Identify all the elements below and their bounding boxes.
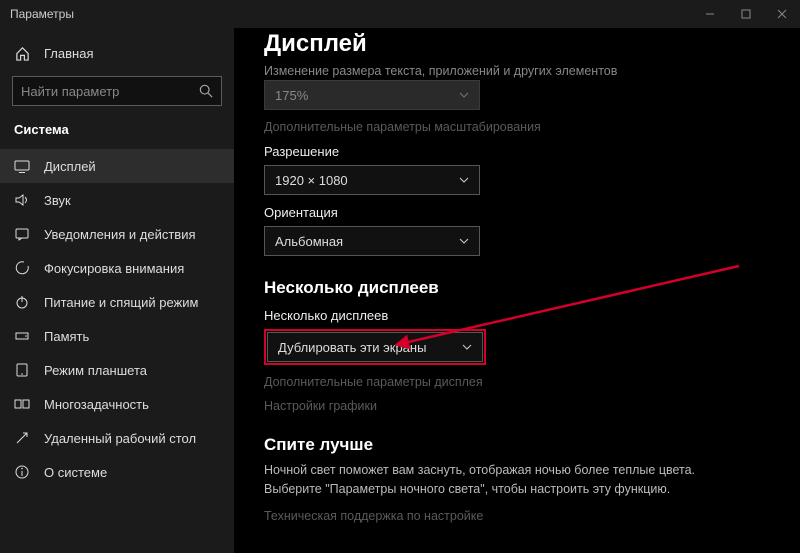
sidebar-item-display[interactable]: Дисплей xyxy=(0,149,234,183)
scale-select[interactable]: 175% xyxy=(264,80,480,110)
sidebar-item-sound[interactable]: Звук xyxy=(0,183,234,217)
multiple-displays-value: Дублировать эти экраны xyxy=(278,340,426,355)
multitask-icon xyxy=(14,396,30,412)
scale-caption: Изменение размера текста, приложений и д… xyxy=(264,64,776,78)
sidebar-label: Звук xyxy=(44,193,71,208)
sidebar-label: Удаленный рабочий стол xyxy=(44,431,196,446)
sidebar-label: Уведомления и действия xyxy=(44,227,196,242)
night-light-heading: Спите лучше xyxy=(264,435,776,455)
display-icon xyxy=(14,158,30,174)
scale-value: 175% xyxy=(275,88,308,103)
chevron-down-icon xyxy=(459,236,469,246)
multiple-displays-label: Несколько дисплеев xyxy=(264,308,776,323)
home-link[interactable]: Главная xyxy=(0,36,234,70)
info-icon xyxy=(14,464,30,480)
maximize-button[interactable] xyxy=(728,0,764,28)
sidebar-label: Дисплей xyxy=(44,159,96,174)
tablet-icon xyxy=(14,362,30,378)
orientation-select[interactable]: Альбомная xyxy=(264,226,480,256)
resolution-label: Разрешение xyxy=(264,144,776,159)
sidebar-nav: Дисплей Звук Уведомления и действия Фоку… xyxy=(0,149,234,489)
window-title: Параметры xyxy=(10,7,74,21)
sidebar-item-multitask[interactable]: Многозадачность xyxy=(0,387,234,421)
titlebar: Параметры xyxy=(0,0,800,28)
sidebar-label: Многозадачность xyxy=(44,397,149,412)
search-box[interactable] xyxy=(12,76,222,106)
main-panel: Дисплей Изменение размера текста, прилож… xyxy=(234,28,800,553)
storage-icon xyxy=(14,328,30,344)
chevron-down-icon xyxy=(459,90,469,100)
category-heading: Система xyxy=(0,114,234,149)
night-light-description: Ночной свет поможет вам заснуть, отображ… xyxy=(264,461,744,499)
scale-advanced-link[interactable]: Дополнительные параметры масштабирования xyxy=(264,120,776,134)
orientation-value: Альбомная xyxy=(275,234,343,249)
sidebar-item-tablet[interactable]: Режим планшета xyxy=(0,353,234,387)
tech-support-link[interactable]: Техническая поддержка по настройке xyxy=(264,509,776,523)
focus-icon xyxy=(14,260,30,276)
close-button[interactable] xyxy=(764,0,800,28)
sidebar-label: Питание и спящий режим xyxy=(44,295,198,310)
search-input[interactable] xyxy=(21,84,181,99)
power-icon xyxy=(14,294,30,310)
orientation-label: Ориентация xyxy=(264,205,776,220)
remote-icon xyxy=(14,430,30,446)
home-icon xyxy=(14,45,30,61)
notification-icon xyxy=(14,226,30,242)
sidebar-item-power[interactable]: Питание и спящий режим xyxy=(0,285,234,319)
advanced-display-link[interactable]: Дополнительные параметры дисплея xyxy=(264,375,776,389)
sidebar-label: Память xyxy=(44,329,89,344)
resolution-value: 1920 × 1080 xyxy=(275,173,348,188)
sidebar: Главная Система Дисплей Звук Уведомления… xyxy=(0,28,234,553)
sidebar-item-storage[interactable]: Память xyxy=(0,319,234,353)
graphics-settings-link[interactable]: Настройки графики xyxy=(264,399,776,413)
sidebar-item-about[interactable]: О системе xyxy=(0,455,234,489)
highlight-annotation: Дублировать эти экраны xyxy=(264,329,486,365)
resolution-select[interactable]: 1920 × 1080 xyxy=(264,165,480,195)
multiple-displays-select[interactable]: Дублировать эти экраны xyxy=(267,332,483,362)
multiple-displays-heading: Несколько дисплеев xyxy=(264,278,776,298)
chevron-down-icon xyxy=(462,342,472,352)
chevron-down-icon xyxy=(459,175,469,185)
sidebar-label: О системе xyxy=(44,465,107,480)
sidebar-label: Фокусировка внимания xyxy=(44,261,184,276)
minimize-button[interactable] xyxy=(692,0,728,28)
page-title: Дисплей xyxy=(264,30,776,58)
home-label: Главная xyxy=(44,46,93,61)
sidebar-label: Режим планшета xyxy=(44,363,147,378)
sound-icon xyxy=(14,192,30,208)
sidebar-item-focus[interactable]: Фокусировка внимания xyxy=(0,251,234,285)
sidebar-item-remote[interactable]: Удаленный рабочий стол xyxy=(0,421,234,455)
sidebar-item-notifications[interactable]: Уведомления и действия xyxy=(0,217,234,251)
search-icon xyxy=(199,84,213,98)
window-controls xyxy=(692,0,800,28)
